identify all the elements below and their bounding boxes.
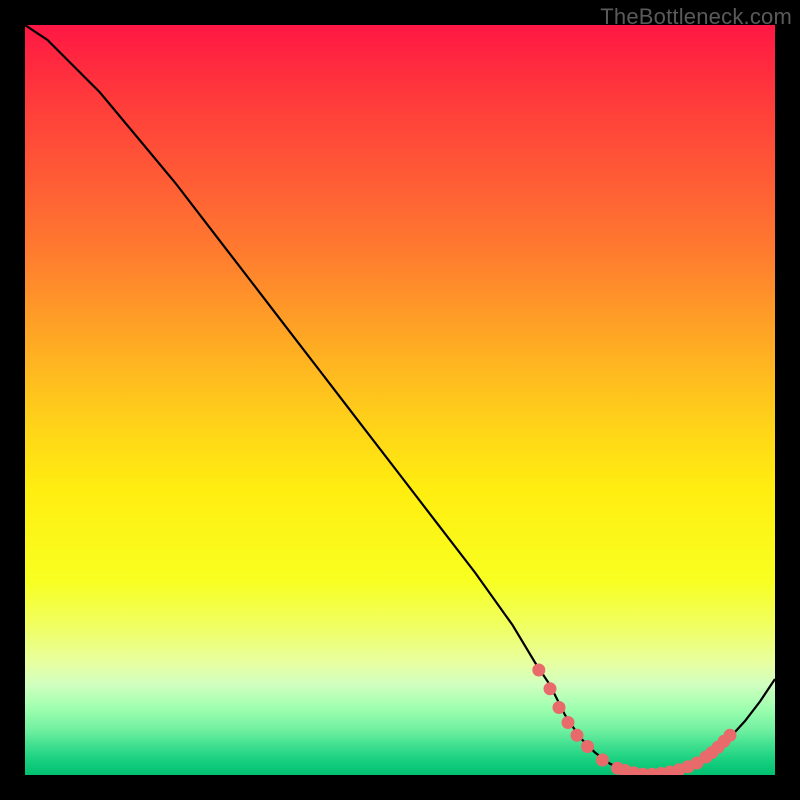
data-marker [544,682,557,695]
data-marker [571,729,584,742]
data-marker [581,740,594,753]
chart-svg [25,25,775,775]
data-markers [532,664,736,776]
data-marker [532,664,545,677]
bottleneck-curve [25,25,775,775]
data-marker [596,754,609,767]
chart-frame: TheBottleneck.com [0,0,800,800]
data-marker [562,716,575,729]
data-marker [553,701,566,714]
data-marker [724,729,737,742]
plot-area [25,25,775,775]
